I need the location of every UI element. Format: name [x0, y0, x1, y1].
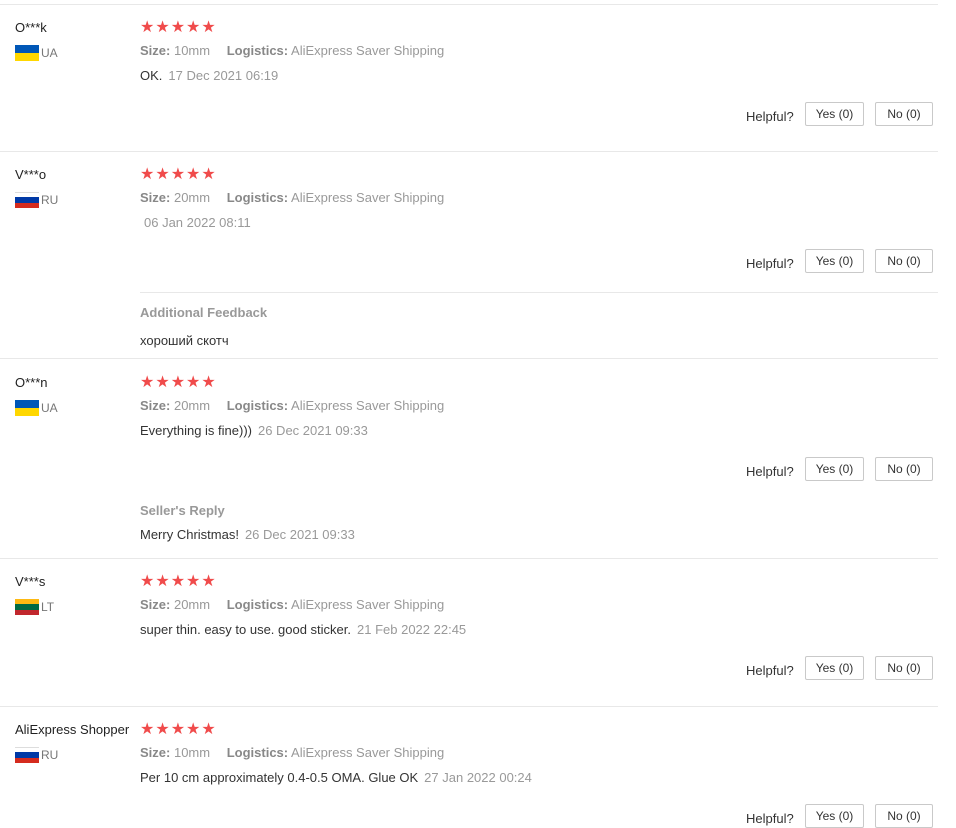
- helpful-yes-button[interactable]: Yes (0): [805, 656, 864, 680]
- star-rating: ★★★★★: [140, 19, 217, 36]
- order-info: Size: 20mm Logistics: AliExpress Saver S…: [140, 597, 444, 612]
- reviewer-name: O***n: [15, 375, 48, 390]
- size-label: Size:: [140, 43, 171, 58]
- additional-feedback-divider: [140, 292, 938, 293]
- logistics-value: AliExpress Saver Shipping: [291, 43, 445, 58]
- ru-flag-icon: [15, 747, 39, 763]
- reviewer-country: LT: [15, 599, 54, 615]
- helpful-label: Helpful?: [746, 256, 794, 271]
- size-value: 10mm: [173, 43, 211, 58]
- star-rating: ★★★★★: [140, 721, 217, 738]
- reviewer-name: V***s: [15, 574, 46, 589]
- logistics-label: Logistics:: [226, 190, 289, 205]
- logistics-value: AliExpress Saver Shipping: [291, 745, 445, 760]
- reviewer-name: V***o: [15, 167, 47, 182]
- logistics-label: Logistics:: [226, 745, 289, 760]
- helpful-no-button[interactable]: No (0): [875, 102, 933, 126]
- helpful-label: Helpful?: [746, 464, 794, 479]
- order-info: Size: 20mm Logistics: AliExpress Saver S…: [140, 398, 444, 413]
- helpful-no-button[interactable]: No (0): [875, 656, 933, 680]
- additional-feedback-title: Additional Feedback: [140, 305, 268, 320]
- helpful-yes-button[interactable]: Yes (0): [805, 102, 864, 126]
- star-rating: ★★★★★: [140, 573, 217, 590]
- reviewer-country: RU: [15, 192, 58, 208]
- seller-reply-body: Merry Christmas!: [140, 527, 239, 542]
- order-info: Size: 20mm Logistics: AliExpress Saver S…: [140, 190, 444, 205]
- review-item: V***o RU ★★★★★ Size: 20mm Logistics: Ali…: [0, 152, 938, 359]
- review-item: V***s LT ★★★★★ Size: 20mm Logistics: Ali…: [0, 559, 938, 707]
- logistics-value: AliExpress Saver Shipping: [291, 190, 445, 205]
- logistics-label: Logistics:: [226, 43, 289, 58]
- size-label: Size:: [140, 398, 171, 413]
- size-value: 20mm: [173, 597, 211, 612]
- review-body: super thin. easy to use. good sticker.: [140, 622, 352, 637]
- helpful-yes-button[interactable]: Yes (0): [805, 249, 864, 273]
- review-item: O***n UA ★★★★★ Size: 20mm Logistics: Ali…: [0, 360, 938, 559]
- size-label: Size:: [140, 190, 171, 205]
- reviewer-country: UA: [15, 45, 58, 61]
- review-body: Per 10 cm approximately 0.4-0.5 OMA. Glu…: [140, 770, 419, 785]
- size-value: 10mm: [173, 745, 211, 760]
- review-text: Per 10 cm approximately 0.4-0.5 OMA. Glu…: [140, 770, 532, 785]
- helpful-no-button[interactable]: No (0): [875, 457, 933, 481]
- logistics-value: AliExpress Saver Shipping: [291, 398, 445, 413]
- country-code: RU: [41, 748, 59, 762]
- ru-flag-icon: [15, 192, 39, 208]
- reviewer-country: UA: [15, 400, 58, 416]
- helpful-yes-button[interactable]: Yes (0): [805, 804, 864, 828]
- reviewer-country: RU: [15, 747, 58, 763]
- lt-flag-icon: [15, 599, 39, 615]
- order-info: Size: 10mm Logistics: AliExpress Saver S…: [140, 745, 444, 760]
- country-code: UA: [41, 46, 58, 60]
- seller-reply-title: Seller's Reply: [140, 503, 225, 518]
- star-rating: ★★★★★: [140, 166, 217, 183]
- size-value: 20mm: [173, 190, 211, 205]
- seller-reply-text: Merry Christmas! 26 Dec 2021 09:33: [140, 527, 355, 542]
- review-body: Everything is fine))): [140, 423, 252, 438]
- size-value: 20mm: [173, 398, 211, 413]
- country-code: RU: [41, 193, 59, 207]
- reviewer-name: AliExpress Shopper: [15, 722, 130, 737]
- review-date: 17 Dec 2021 06:19: [168, 68, 279, 83]
- review-text: OK. 17 Dec 2021 06:19: [140, 68, 278, 83]
- helpful-no-button[interactable]: No (0): [875, 804, 933, 828]
- review-date: 21 Feb 2022 22:45: [357, 622, 467, 637]
- helpful-no-button[interactable]: No (0): [875, 249, 933, 273]
- order-info: Size: 10mm Logistics: AliExpress Saver S…: [140, 43, 444, 58]
- review-date: 06 Jan 2022 08:11: [144, 215, 251, 230]
- review-text: 06 Jan 2022 08:11: [140, 215, 251, 230]
- helpful-label: Helpful?: [746, 811, 794, 826]
- review-item: AliExpress Shopper RU ★★★★★ Size: 10mm L…: [0, 707, 938, 828]
- ua-flag-icon: [15, 400, 39, 416]
- size-label: Size:: [140, 597, 171, 612]
- helpful-label: Helpful?: [746, 663, 794, 678]
- review-text: super thin. easy to use. good sticker. 21…: [140, 622, 466, 637]
- country-code: LT: [41, 600, 55, 614]
- country-code: UA: [41, 401, 58, 415]
- review-text: Everything is fine))) 26 Dec 2021 09:33: [140, 423, 368, 438]
- logistics-label: Logistics:: [226, 398, 289, 413]
- seller-reply-date: 26 Dec 2021 09:33: [244, 527, 355, 542]
- review-date: 26 Dec 2021 09:33: [257, 423, 368, 438]
- review-item: O***k UA ★★★★★ Size: 10mm Logistics: Ali…: [0, 5, 938, 152]
- reviewer-name: O***k: [15, 20, 47, 35]
- star-rating: ★★★★★: [140, 374, 217, 391]
- logistics-value: AliExpress Saver Shipping: [291, 597, 445, 612]
- helpful-label: Helpful?: [746, 109, 794, 124]
- logistics-label: Logistics:: [226, 597, 289, 612]
- ua-flag-icon: [15, 45, 39, 61]
- review-body: OK.: [140, 68, 163, 83]
- review-date: 27 Jan 2022 00:24: [424, 770, 532, 785]
- helpful-yes-button[interactable]: Yes (0): [805, 457, 864, 481]
- size-label: Size:: [140, 745, 171, 760]
- additional-feedback-text: хороший скотч: [140, 333, 229, 348]
